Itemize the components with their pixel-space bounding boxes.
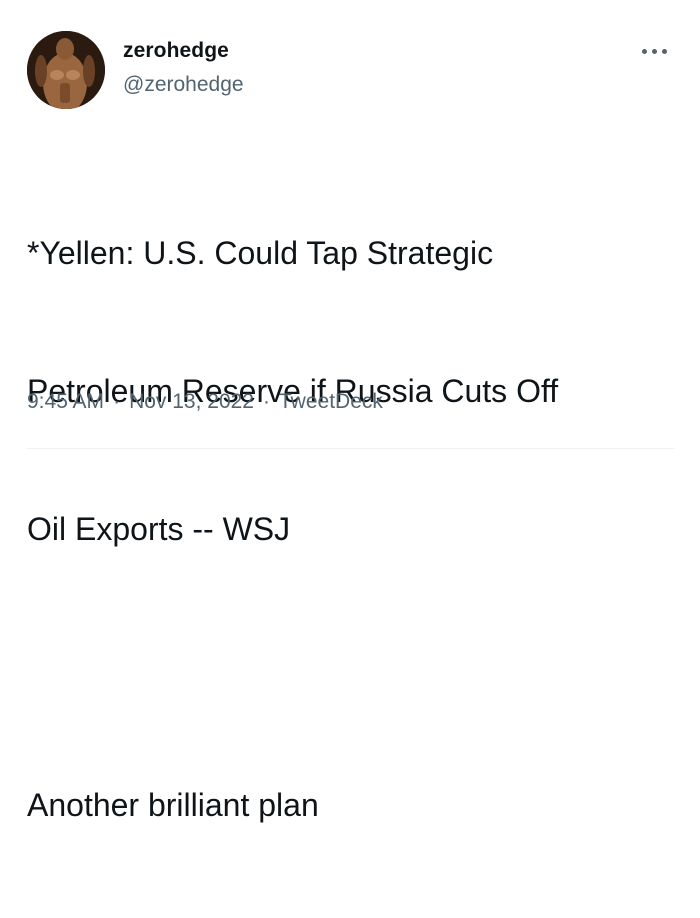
meta-separator: · — [113, 390, 121, 413]
tweet-text: *Yellen: U.S. Could Tap Strategic Petrol… — [27, 138, 677, 918]
tweet-card: zerohedge @zerohedge *Yellen: U.S. Could… — [0, 0, 700, 823]
more-dot — [662, 49, 667, 54]
meta-separator: · — [263, 390, 270, 413]
tweet-text-line: Oil Exports -- WSJ — [27, 511, 291, 547]
tweet-metadata: 9:45 AM · Nov 13, 2022 · TweetDeck — [27, 390, 383, 414]
tweet-text-line: *Yellen: U.S. Could Tap Strategic — [27, 235, 494, 271]
more-dot — [642, 49, 647, 54]
tweet-date[interactable]: Nov 13, 2022 — [129, 390, 254, 413]
more-options-icon[interactable] — [640, 44, 670, 58]
profile-avatar[interactable] — [27, 31, 105, 109]
avatar-image — [27, 31, 105, 109]
more-dot — [652, 49, 657, 54]
tweet-comment: Another brilliant plan — [27, 787, 319, 823]
tweet-source[interactable]: TweetDeck — [279, 390, 383, 413]
user-handle[interactable]: @zerohedge — [123, 73, 244, 97]
tweet-time[interactable]: 9:45 AM — [27, 390, 104, 413]
display-name[interactable]: zerohedge — [123, 39, 229, 63]
divider — [27, 448, 675, 449]
